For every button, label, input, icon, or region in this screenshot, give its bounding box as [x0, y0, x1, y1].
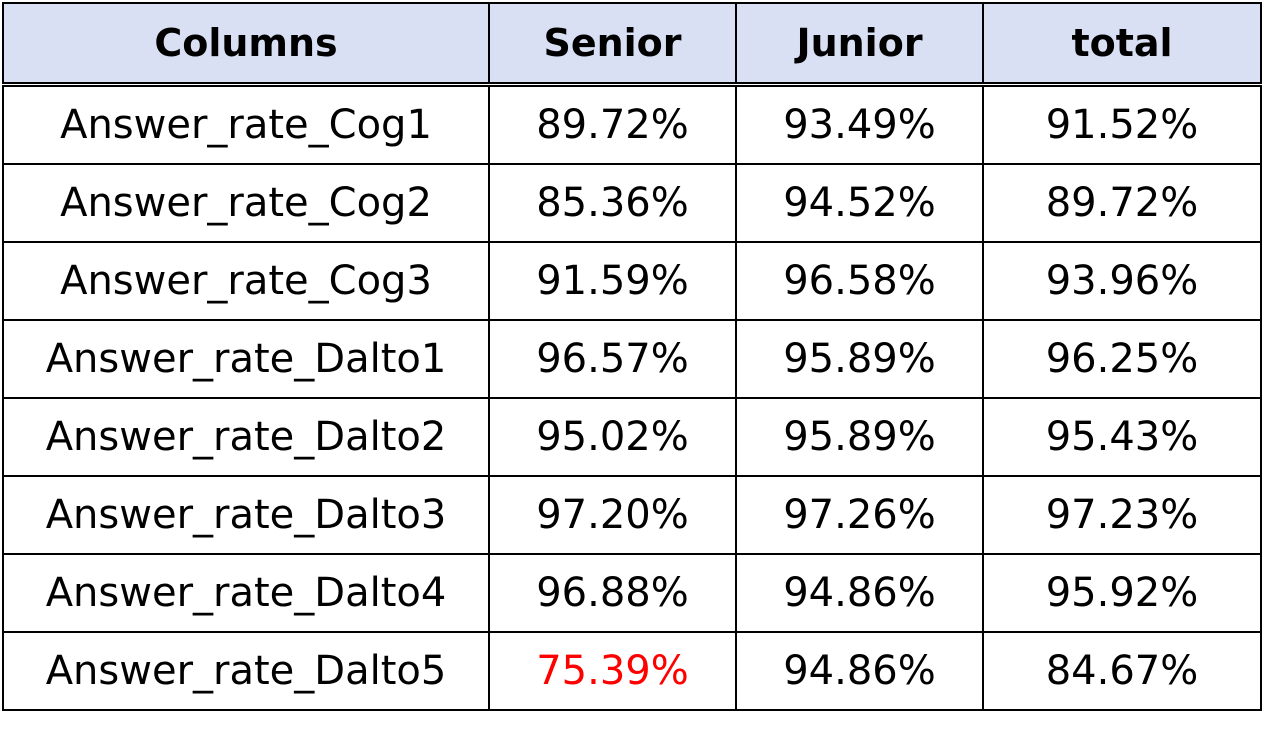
table-row: Answer_rate_Dalto3 97.20% 97.26% 97.23%	[2, 475, 1262, 555]
cell-total: 95.92%	[982, 553, 1262, 633]
row-label: Answer_rate_Cog2	[2, 163, 490, 243]
cell-junior: 93.49%	[735, 83, 984, 165]
cell-senior: 89.72%	[488, 83, 737, 165]
cell-total: 91.52%	[982, 83, 1262, 165]
table-body: Answer_rate_Cog1 89.72% 93.49% 91.52% An…	[2, 83, 1262, 711]
cell-total: 93.96%	[982, 241, 1262, 321]
row-label: Answer_rate_Cog3	[2, 241, 490, 321]
table-row: Answer_rate_Cog2 85.36% 94.52% 89.72%	[2, 163, 1262, 243]
header-columns: Columns	[2, 2, 490, 87]
cell-junior: 96.58%	[735, 241, 984, 321]
table-row: Answer_rate_Dalto1 96.57% 95.89% 96.25%	[2, 319, 1262, 399]
header-total: total	[982, 2, 1262, 87]
cell-junior: 95.89%	[735, 397, 984, 477]
table-row: Answer_rate_Cog1 89.72% 93.49% 91.52%	[2, 83, 1262, 165]
header-junior: Junior	[735, 2, 984, 87]
cell-senior: 95.02%	[488, 397, 737, 477]
cell-junior: 94.52%	[735, 163, 984, 243]
cell-junior: 95.89%	[735, 319, 984, 399]
cell-senior: 96.88%	[488, 553, 737, 633]
table-row: Answer_rate_Dalto5 75.39% 94.86% 84.67%	[2, 631, 1262, 711]
cell-total: 96.25%	[982, 319, 1262, 399]
row-label: Answer_rate_Dalto4	[2, 553, 490, 633]
cell-total: 84.67%	[982, 631, 1262, 711]
data-table-container: Columns Senior Junior total Answer_rate_…	[2, 2, 1262, 711]
cell-senior-highlighted: 75.39%	[488, 631, 737, 711]
row-label: Answer_rate_Dalto1	[2, 319, 490, 399]
cell-senior: 91.59%	[488, 241, 737, 321]
header-senior: Senior	[488, 2, 737, 87]
table-header: Columns Senior Junior total	[2, 2, 1262, 87]
row-label: Answer_rate_Dalto5	[2, 631, 490, 711]
cell-total: 97.23%	[982, 475, 1262, 555]
row-label: Answer_rate_Dalto3	[2, 475, 490, 555]
cell-senior: 96.57%	[488, 319, 737, 399]
cell-junior: 94.86%	[735, 631, 984, 711]
cell-senior: 85.36%	[488, 163, 737, 243]
cell-total: 89.72%	[982, 163, 1262, 243]
table-row: Answer_rate_Cog3 91.59% 96.58% 93.96%	[2, 241, 1262, 321]
cell-junior: 94.86%	[735, 553, 984, 633]
answer-rate-table: Columns Senior Junior total Answer_rate_…	[2, 2, 1262, 711]
header-row: Columns Senior Junior total	[2, 2, 1262, 87]
table-row: Answer_rate_Dalto2 95.02% 95.89% 95.43%	[2, 397, 1262, 477]
cell-senior: 97.20%	[488, 475, 737, 555]
row-label: Answer_rate_Dalto2	[2, 397, 490, 477]
cell-total: 95.43%	[982, 397, 1262, 477]
row-label: Answer_rate_Cog1	[2, 83, 490, 165]
table-row: Answer_rate_Dalto4 96.88% 94.86% 95.92%	[2, 553, 1262, 633]
cell-junior: 97.26%	[735, 475, 984, 555]
